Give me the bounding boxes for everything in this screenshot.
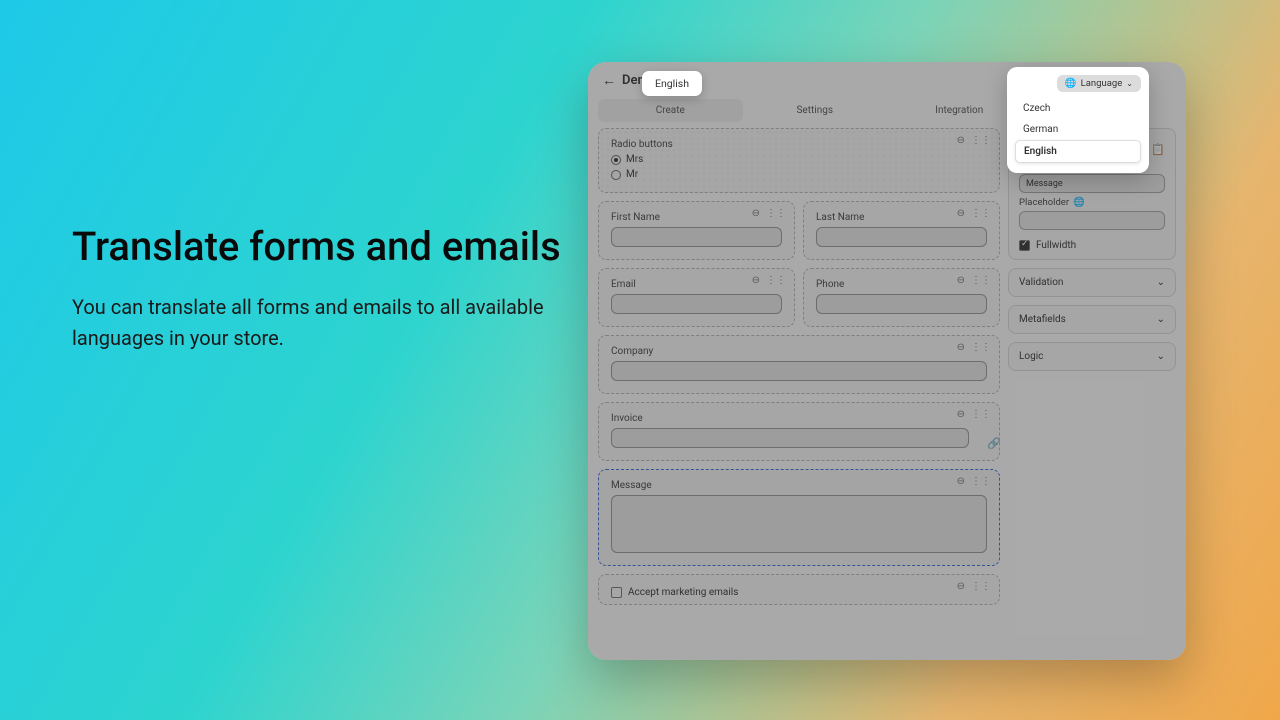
remove-icon[interactable]: ⊖ xyxy=(957,409,965,420)
validation-section[interactable]: Validation⌄ xyxy=(1008,268,1176,297)
placeholder-input[interactable] xyxy=(1019,211,1165,230)
invoice-label: Invoice xyxy=(611,413,987,424)
tab-create[interactable]: Create xyxy=(598,99,743,122)
remove-icon[interactable]: ⊖ xyxy=(957,275,965,286)
block-message[interactable]: ⊖ ⋮⋮ Message xyxy=(598,469,1000,566)
language-dropdown: 🌐 Language ⌄ Czech German English xyxy=(1007,67,1149,173)
globe-icon: 🌐 xyxy=(1065,78,1077,89)
block-phone[interactable]: ⊖⋮⋮ Phone xyxy=(803,268,1000,327)
drag-icon[interactable]: ⋮⋮ xyxy=(971,342,991,353)
lang-option-czech[interactable]: Czech xyxy=(1015,98,1141,119)
block-marketing[interactable]: ⊖ ⋮⋮ Accept marketing emails xyxy=(598,574,1000,605)
remove-icon[interactable]: ⊖ xyxy=(752,275,760,286)
chevron-down-icon: ⌄ xyxy=(1126,79,1133,88)
block-last-name[interactable]: ⊖⋮⋮ Last Name xyxy=(803,201,1000,260)
hero-subtitle: You can translate all forms and emails t… xyxy=(72,292,562,354)
current-language-badge[interactable]: English xyxy=(642,71,702,96)
chevron-down-icon: ⌄ xyxy=(1157,351,1165,362)
company-label: Company xyxy=(611,346,987,357)
email-input[interactable] xyxy=(611,294,782,314)
radio-mrs[interactable]: Mrs xyxy=(611,154,987,165)
metafields-section[interactable]: Metafields⌄ xyxy=(1008,305,1176,334)
company-input[interactable] xyxy=(611,361,987,381)
chevron-down-icon: ⌄ xyxy=(1157,277,1165,288)
checkbox-icon xyxy=(1019,240,1030,251)
app-body: ⊖⋮⋮ Radio buttons Mrs Mr ⊖⋮⋮ First Name … xyxy=(588,128,1186,654)
block-controls[interactable]: ⊖ ⋮⋮ xyxy=(957,135,991,146)
message-label: Message xyxy=(611,480,987,491)
last-name-input[interactable] xyxy=(816,227,987,247)
radio-dot-icon xyxy=(611,170,621,180)
back-arrow-icon[interactable]: ← xyxy=(602,72,616,89)
placeholder-field-label: Placeholder🌐 xyxy=(1019,197,1165,208)
first-name-input[interactable] xyxy=(611,227,782,247)
app-preview-panel: ← Demo Create Settings Integration Embed… xyxy=(588,62,1186,660)
lang-option-german[interactable]: German xyxy=(1015,119,1141,140)
radio-dot-icon xyxy=(611,155,621,165)
link-icon[interactable]: 🔗 xyxy=(987,437,1000,450)
checkbox-icon xyxy=(611,587,622,598)
logic-section[interactable]: Logic⌄ xyxy=(1008,342,1176,371)
block-radio[interactable]: ⊖ ⋮⋮ Radio buttons Mrs Mr xyxy=(598,128,1000,193)
remove-icon[interactable]: ⊖ xyxy=(752,208,760,219)
drag-icon[interactable]: ⋮⋮ xyxy=(971,135,991,146)
hero-title: Translate forms and emails xyxy=(72,220,562,274)
settings-sidebar: Settings 📋 Label🌐 Message Placeholder🌐 F… xyxy=(1008,128,1176,644)
drag-icon[interactable]: ⋮⋮ xyxy=(766,208,786,219)
drag-icon[interactable]: ⋮⋮ xyxy=(766,275,786,286)
form-canvas: ⊖⋮⋮ Radio buttons Mrs Mr ⊖⋮⋮ First Name … xyxy=(598,128,1000,644)
remove-icon[interactable]: ⊖ xyxy=(957,476,965,487)
message-textarea[interactable] xyxy=(611,495,987,553)
clipboard-icon[interactable]: 📋 xyxy=(1151,143,1165,156)
invoice-input[interactable] xyxy=(611,428,969,448)
drag-icon[interactable]: ⋮⋮ xyxy=(971,581,991,592)
remove-icon[interactable]: ⊖ xyxy=(957,342,965,353)
translate-icon: 🌐 xyxy=(1073,197,1085,208)
chevron-down-icon: ⌄ xyxy=(1157,314,1165,325)
remove-icon[interactable]: ⊖ xyxy=(957,135,965,146)
block-email[interactable]: ⊖⋮⋮ Email xyxy=(598,268,795,327)
block-invoice[interactable]: ⊖ ⋮⋮ Invoice 🔗 xyxy=(598,402,1000,461)
marketing-checkbox[interactable]: Accept marketing emails xyxy=(611,587,987,598)
drag-icon[interactable]: ⋮⋮ xyxy=(971,409,991,420)
lang-option-english[interactable]: English xyxy=(1015,140,1141,163)
radio-label: Radio buttons xyxy=(611,139,987,150)
remove-icon[interactable]: ⊖ xyxy=(957,581,965,592)
fullwidth-checkbox[interactable]: Fullwidth xyxy=(1019,240,1165,251)
block-company[interactable]: ⊖ ⋮⋮ Company xyxy=(598,335,1000,394)
phone-input[interactable] xyxy=(816,294,987,314)
drag-icon[interactable]: ⋮⋮ xyxy=(971,208,991,219)
hero-text: Translate forms and emails You can trans… xyxy=(72,220,562,354)
drag-icon[interactable]: ⋮⋮ xyxy=(971,476,991,487)
tab-settings[interactable]: Settings xyxy=(743,99,888,122)
remove-icon[interactable]: ⊖ xyxy=(957,208,965,219)
language-button[interactable]: 🌐 Language ⌄ xyxy=(1057,75,1141,92)
radio-mr[interactable]: Mr xyxy=(611,169,987,180)
block-first-name[interactable]: ⊖⋮⋮ First Name xyxy=(598,201,795,260)
drag-icon[interactable]: ⋮⋮ xyxy=(971,275,991,286)
label-input[interactable]: Message xyxy=(1019,174,1165,193)
